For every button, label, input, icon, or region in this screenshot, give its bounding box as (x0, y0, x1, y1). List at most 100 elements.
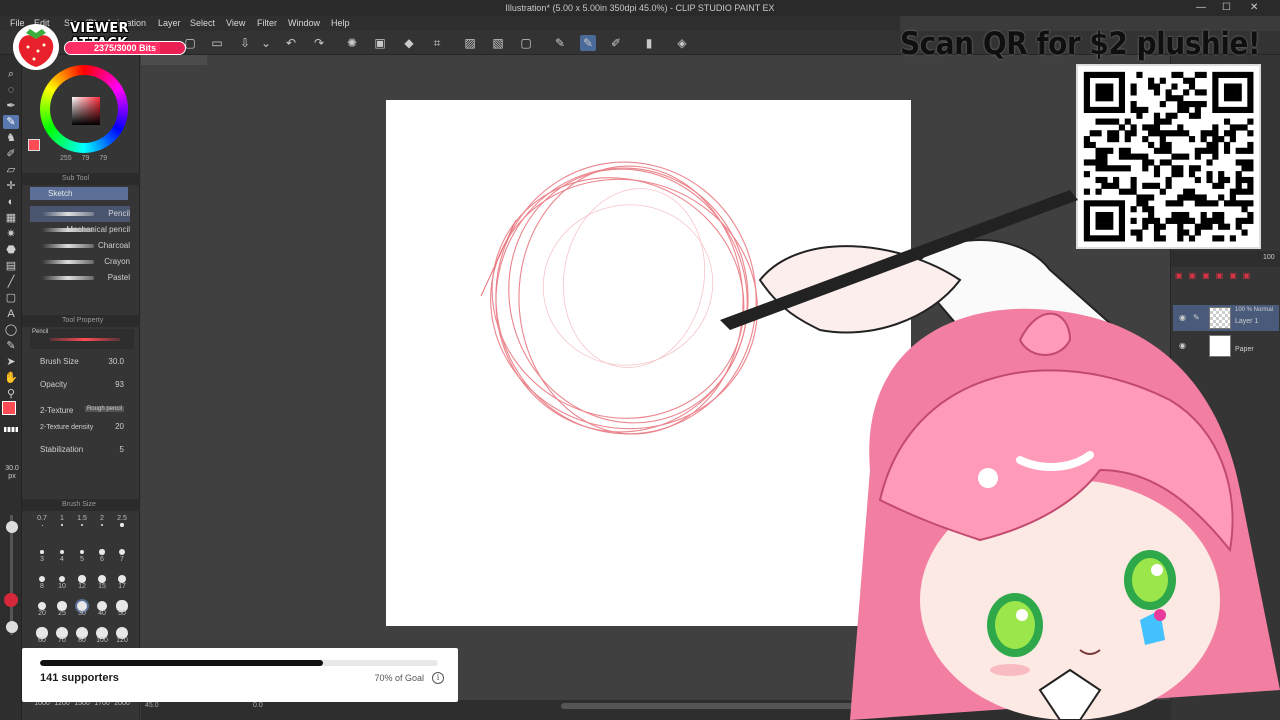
brush-size-dot[interactable] (79, 549, 85, 555)
brush-pastel[interactable]: Pastel (30, 270, 130, 286)
brush-size-dot[interactable] (58, 575, 66, 583)
pencil-active-icon[interactable]: ✎ (580, 35, 596, 51)
frame-tool-icon[interactable]: ▢ (3, 291, 19, 305)
brush-mechanical-pencil[interactable]: Mechanical pencil (30, 222, 130, 238)
gradient-tool-icon[interactable]: ▤ (3, 259, 19, 273)
brush-size-label[interactable]: 120 (112, 637, 132, 644)
dropdown-icon[interactable]: ⌄ (258, 35, 274, 51)
ruler-icon[interactable]: ▮ (641, 35, 657, 51)
transform-icon[interactable]: ▨ (462, 35, 478, 51)
brush-size-label[interactable]: 2 (92, 515, 112, 522)
brush-size-label[interactable]: 4 (52, 556, 72, 563)
brush-size-dot[interactable] (41, 524, 43, 526)
prop-value[interactable]: 20 (115, 422, 124, 431)
size-slider-handle[interactable] (6, 521, 18, 533)
brush-size-label[interactable]: 20 (32, 610, 52, 617)
subtool-tab-sketch[interactable]: Sketch (30, 187, 128, 200)
brush-size-dot[interactable] (80, 523, 84, 527)
brush-size-label[interactable]: 60 (32, 637, 52, 644)
info-icon[interactable]: i (432, 672, 444, 684)
brush-size-dot[interactable] (100, 523, 104, 527)
brush-size-label[interactable]: 80 (72, 637, 92, 644)
record-icon[interactable] (4, 593, 18, 607)
brush-size-label[interactable]: 6 (92, 556, 112, 563)
brush-size-label[interactable]: 5 (72, 556, 92, 563)
brush-size-label[interactable]: 1.5 (72, 515, 92, 522)
color-square[interactable] (72, 97, 100, 125)
brush-size-label[interactable]: 12 (72, 583, 92, 590)
zoom-value[interactable]: 45.0 (145, 702, 159, 709)
brush-size-dot[interactable] (98, 575, 106, 583)
brush-size-dot[interactable] (78, 575, 86, 583)
brush-size-label[interactable]: 30 (72, 610, 92, 617)
brush-crayon[interactable]: Crayon (30, 254, 130, 270)
brush-size-dot[interactable] (117, 574, 127, 584)
figure-tool-icon[interactable]: ╱ (3, 275, 19, 289)
brush-size-label[interactable]: 3 (32, 556, 52, 563)
blend-tool-icon[interactable]: ◐ (3, 195, 19, 209)
brush-size-dot[interactable] (40, 550, 44, 554)
brush-size-label[interactable]: 70 (52, 637, 72, 644)
prop-opacity[interactable]: Opacity 93 (40, 380, 140, 394)
size-slider-track[interactable] (10, 515, 13, 635)
brush-pencil[interactable]: Pencil (30, 206, 130, 222)
prop-brush-size[interactable]: Brush Size 30.0 (40, 357, 140, 371)
brush-size-label[interactable]: 0.7 (32, 515, 52, 522)
main-color-swatch[interactable] (2, 401, 16, 415)
brush-size-dot[interactable] (120, 523, 124, 527)
color-wheel[interactable] (40, 65, 128, 153)
text-tool-icon[interactable]: A (3, 307, 19, 321)
prop-value[interactable]: 30.0 (108, 357, 124, 366)
pencil-tool-icon[interactable]: ✎ (3, 115, 19, 129)
save-icon[interactable]: ⇩ (237, 35, 253, 51)
eraser-tool-icon[interactable]: ▱ (3, 163, 19, 177)
undo-icon[interactable]: ↶ (283, 35, 299, 51)
maximize-button[interactable]: ☐ (1222, 0, 1231, 16)
prop-value[interactable]: 93 (115, 380, 124, 389)
settings-icon[interactable]: ◈ (674, 35, 690, 51)
hand-tool-icon[interactable]: ✋ (3, 371, 19, 385)
sparkle-tool-icon[interactable]: ✷ (3, 227, 19, 241)
prop-texture[interactable]: 2-Texture Rough pencil (40, 406, 140, 420)
loading-icon[interactable]: ✺ (344, 35, 360, 51)
menu-select[interactable]: Select (190, 18, 215, 28)
brush-size-label[interactable]: 8 (32, 583, 52, 590)
brush-icon[interactable]: ✐ (608, 35, 624, 51)
prop-texture-density[interactable]: 2-Texture density 20 (40, 422, 140, 436)
menu-help[interactable]: Help (331, 18, 350, 28)
transparent-swatch[interactable] (4, 427, 18, 432)
airbrush-tool-icon[interactable]: ✐ (3, 147, 19, 161)
open-icon[interactable]: ▭ (209, 35, 225, 51)
deselect-icon[interactable]: ▧ (490, 35, 506, 51)
menu-filter[interactable]: Filter (257, 18, 277, 28)
invert-icon[interactable]: ▢ (518, 35, 534, 51)
pen-icon[interactable]: ✎ (552, 35, 568, 51)
minimize-button[interactable]: — (1196, 0, 1206, 16)
prop-value[interactable]: Rough pencil (84, 406, 124, 412)
menu-window[interactable]: Window (288, 18, 320, 28)
close-button[interactable]: ✕ (1250, 0, 1258, 16)
brush-size-label[interactable]: 25 (52, 610, 72, 617)
brush-size-label[interactable]: 1 (52, 515, 72, 522)
brush-size-dot[interactable] (99, 549, 105, 555)
prop-value[interactable]: 5 (120, 445, 124, 454)
menu-view[interactable]: View (226, 18, 245, 28)
correct-line-tool-icon[interactable]: ✎ (3, 339, 19, 353)
fill-icon[interactable]: ◆ (401, 35, 417, 51)
clear-icon[interactable]: ▣ (372, 35, 388, 51)
brush-size-label[interactable]: 100 (92, 637, 112, 644)
slider-bottom-handle[interactable] (6, 621, 18, 633)
lasso-tool-icon[interactable]: ◌ (3, 83, 19, 97)
eyedropper-tool-icon[interactable]: ⚲ (3, 387, 19, 401)
brush-size-dot[interactable] (38, 575, 46, 583)
brush-charcoal[interactable]: Charcoal (30, 238, 130, 254)
brush-size-dot[interactable] (61, 524, 63, 526)
brush-size-label[interactable]: 15 (92, 583, 112, 590)
move-tool-icon[interactable]: ✛ (3, 179, 19, 193)
crop-icon[interactable]: ⌗ (429, 35, 445, 51)
brush-tool-icon[interactable]: ♞ (3, 131, 19, 145)
operation-tool-icon[interactable]: ➤ (3, 355, 19, 369)
brush-size-label[interactable]: 50 (112, 610, 132, 617)
pen-tool-icon[interactable]: ✒ (3, 99, 19, 113)
balloon-tool-icon[interactable]: ◯ (3, 323, 19, 337)
